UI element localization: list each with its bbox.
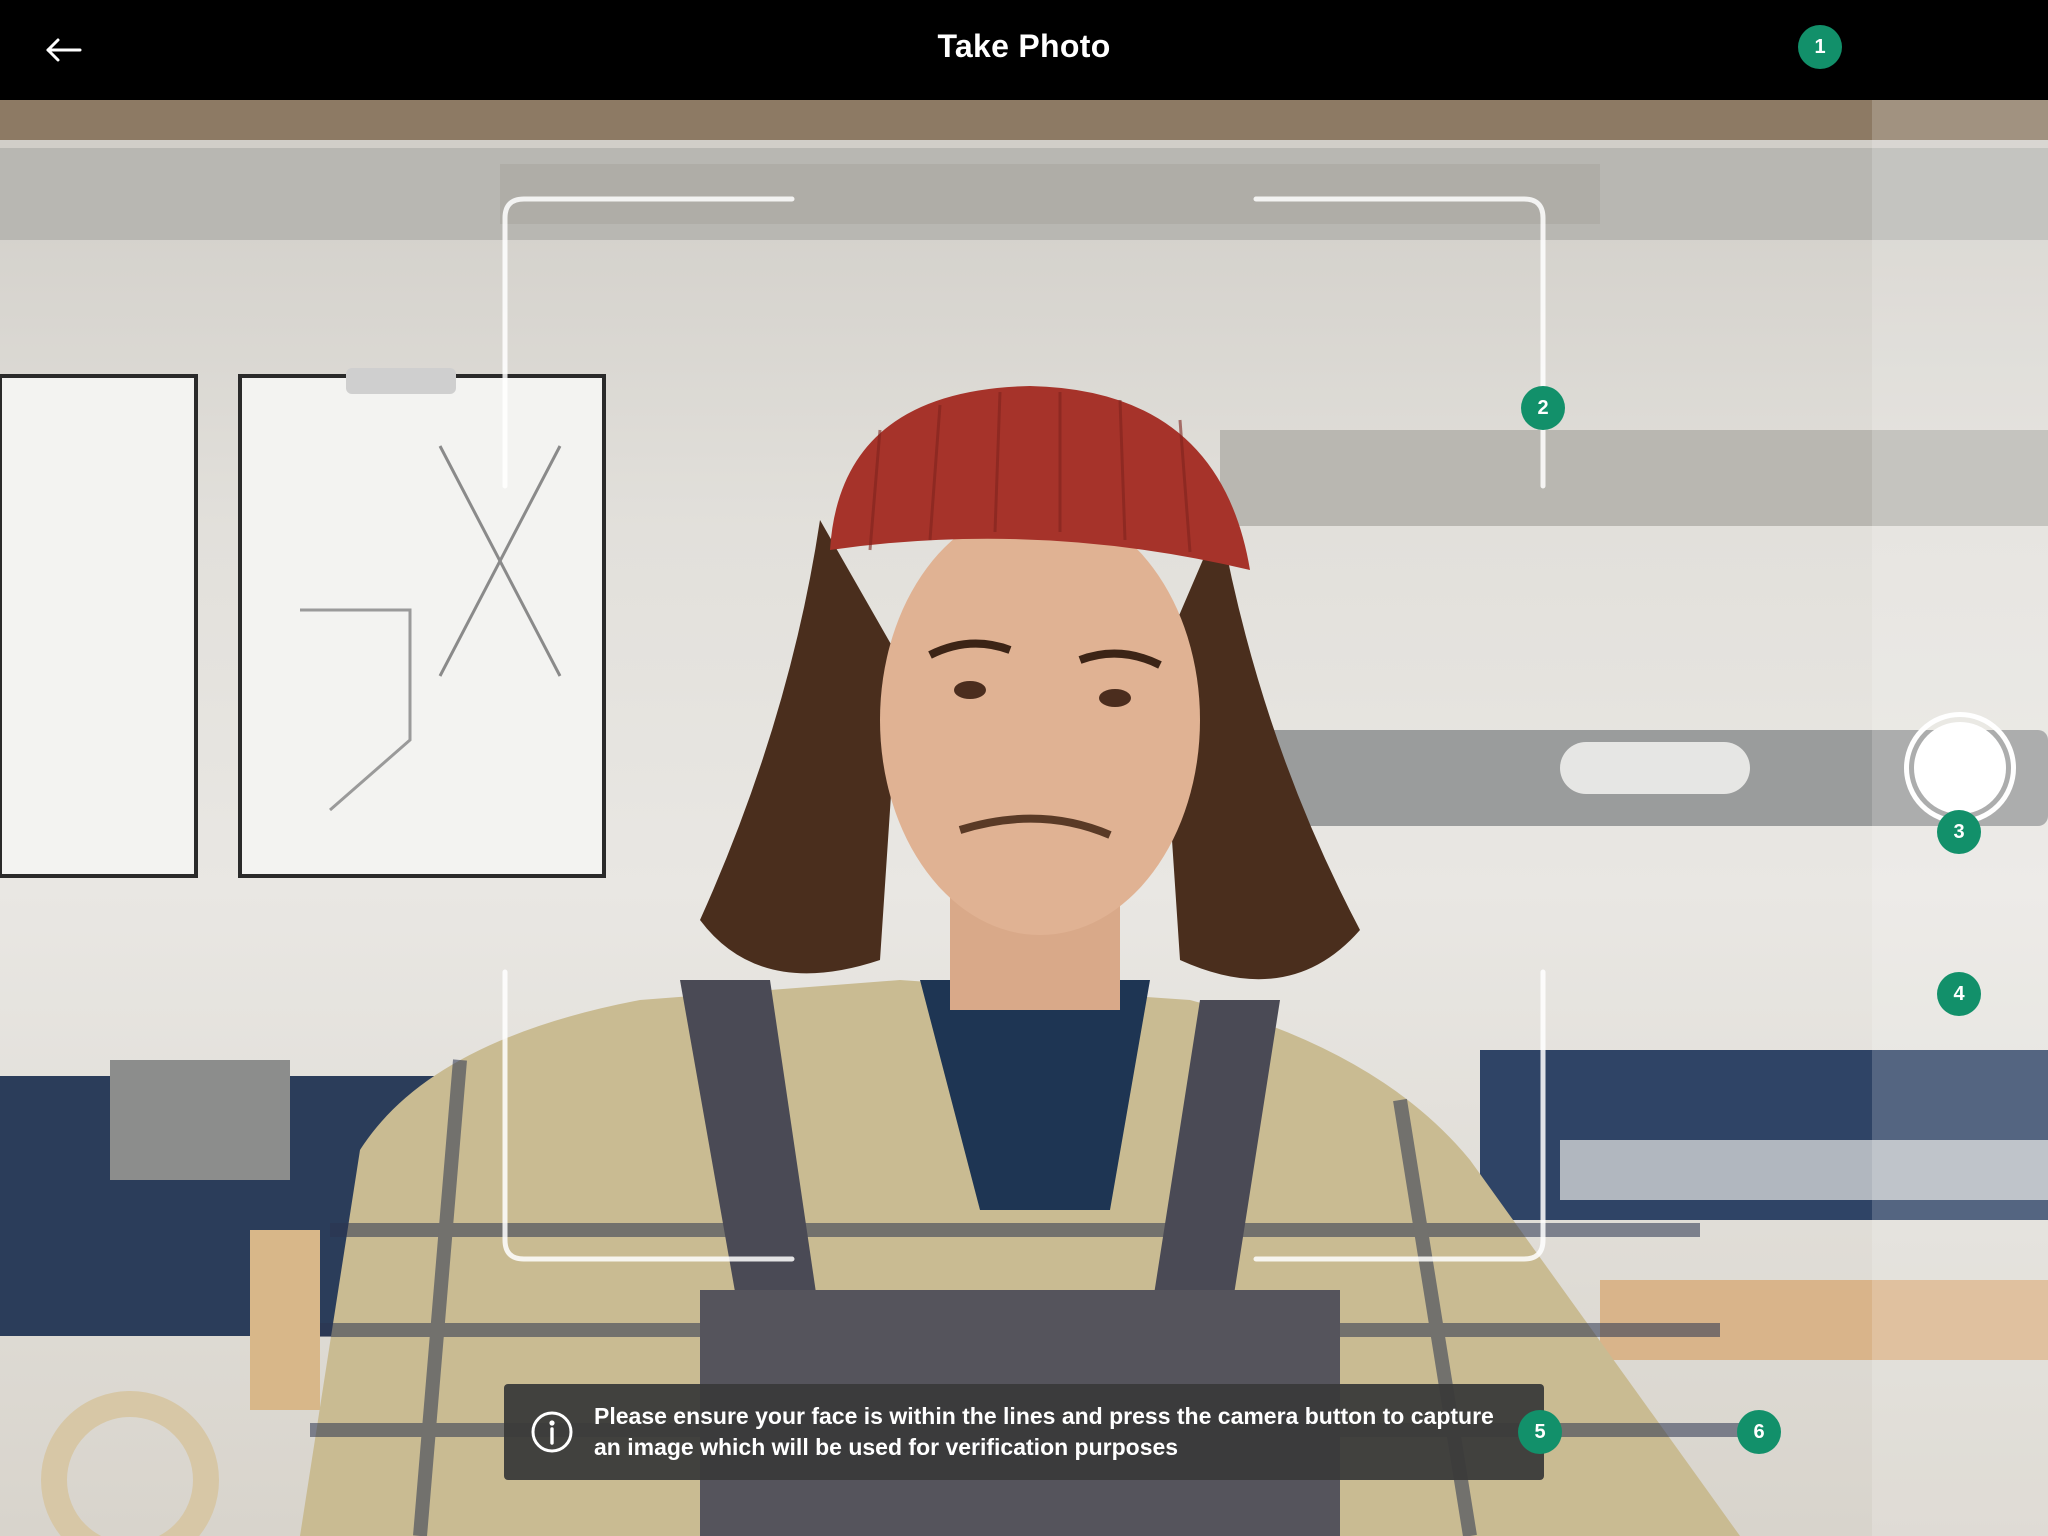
- info-icon: [530, 1410, 574, 1454]
- capture-shutter-button[interactable]: [1904, 712, 2016, 824]
- instruction-text: Please ensure your face is within the li…: [594, 1403, 1494, 1460]
- camera-preview: [0, 100, 2048, 1536]
- marker-5: 5: [1518, 1410, 1562, 1454]
- marker-3: 3: [1937, 810, 1981, 854]
- marker-6: 6: [1737, 1410, 1781, 1454]
- top-bar: Take Photo: [0, 0, 2048, 100]
- take-photo-screen: Take Photo Please ensure your face is wi…: [0, 0, 2048, 1536]
- marker-2: 2: [1521, 386, 1565, 430]
- marker-1: 1: [1798, 25, 1842, 69]
- page-title: Take Photo: [937, 28, 1111, 64]
- instruction-banner: Please ensure your face is within the li…: [504, 1384, 1544, 1480]
- marker-4: 4: [1937, 972, 1981, 1016]
- shutter-inner-circle: [1914, 722, 2006, 814]
- camera-feed-image: [0, 100, 2048, 1536]
